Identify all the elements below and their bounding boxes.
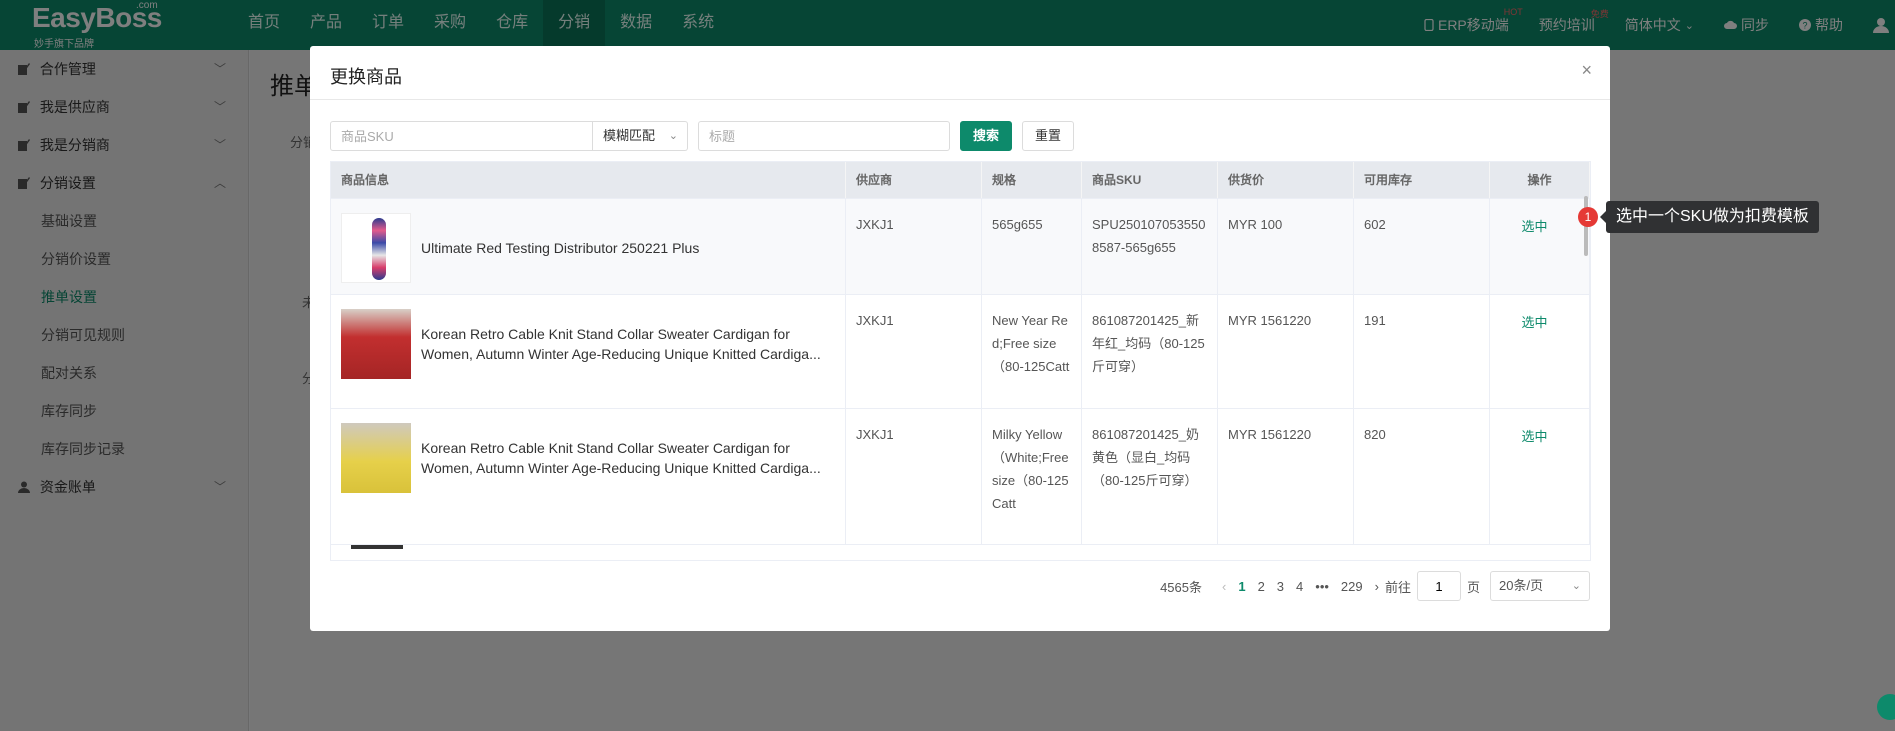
column-header: 供应商: [846, 162, 982, 198]
match-mode-select[interactable]: 模糊匹配 ⌄: [593, 121, 688, 151]
product-name: Korean Retro Cable Knit Stand Collar Swe…: [421, 440, 821, 476]
page-number[interactable]: 229: [1341, 579, 1363, 594]
search-filters: 模糊匹配 ⌄ 搜索 重置: [330, 121, 1075, 151]
prev-page-icon[interactable]: ‹: [1222, 579, 1226, 594]
table-row: Ultimate Red Testing Distributor 250221 …: [331, 198, 1590, 294]
sku-search-input[interactable]: [330, 121, 593, 151]
page-number[interactable]: 4: [1296, 579, 1303, 594]
product-name: Korean Retro Cable Knit Stand Collar Swe…: [421, 326, 821, 362]
action-cell: 选中: [1490, 295, 1590, 408]
table-row: Korean Retro Cable Knit Stand Collar Swe…: [331, 408, 1590, 544]
product-table[interactable]: 商品信息 供应商 规格 商品SKU 供货价 可用库存 操作 Ultimate R…: [330, 161, 1591, 561]
sku-cell: SPU2501070535508587-565g655: [1082, 199, 1218, 294]
page-number[interactable]: 1: [1238, 579, 1245, 594]
column-header: 可用库存: [1354, 162, 1490, 198]
page-suffix: 页: [1466, 579, 1480, 595]
page-number[interactable]: 3: [1277, 579, 1284, 594]
goto-page-input[interactable]: [1416, 571, 1461, 601]
select-button[interactable]: 选中: [1521, 215, 1547, 238]
stock-cell: 191: [1354, 295, 1490, 408]
page-size-value: 20条/页: [1499, 578, 1544, 593]
sku-cell: 861087201425_新年红_均码（80-125斤可穿）: [1082, 295, 1218, 408]
action-cell: 选中: [1490, 199, 1590, 294]
product-info-cell: Korean Retro Cable Knit Stand Collar Swe…: [331, 295, 846, 408]
table-row: Korean Retro Cable Knit Stand Collar Swe…: [331, 294, 1590, 408]
product-thumbnail: [341, 309, 411, 379]
replace-product-dialog: 更换商品 × 模糊匹配 ⌄ 搜索 重置 商品信息 供应商 规格 商品SKU 供货…: [310, 46, 1610, 631]
sku-cell: 861087201425_奶黄色（显白_均码（80-125斤可穿）: [1082, 409, 1218, 544]
more-pages-icon[interactable]: •••: [1315, 579, 1329, 594]
title-search-input[interactable]: [698, 121, 950, 151]
spec-cell: New Year Red;Free size（80-125Catt: [982, 295, 1082, 408]
goto-label: 前往: [1384, 579, 1411, 595]
spec-cell: Milky Yellow（White;Free size（80-125Catt: [982, 409, 1082, 544]
chevron-down-icon: ⌄: [1571, 580, 1581, 592]
product-name: Ultimate Red Testing Distributor 250221 …: [421, 240, 700, 256]
stock-cell: 820: [1354, 409, 1490, 544]
column-header: 供货价: [1218, 162, 1354, 198]
price-cell: MYR 1561220: [1218, 409, 1354, 544]
close-icon[interactable]: ×: [1581, 60, 1592, 81]
product-info-cell: Korean Retro Cable Knit Stand Collar Swe…: [331, 409, 846, 544]
select-button[interactable]: 选中: [1521, 311, 1547, 334]
dialog-title: 更换商品: [330, 67, 402, 87]
select-button[interactable]: 选中: [1521, 425, 1547, 448]
product-thumbnail: [341, 213, 411, 283]
total-count: 4565条: [1160, 579, 1202, 595]
price-cell: MYR 1561220: [1218, 295, 1354, 408]
column-header: 商品信息: [331, 162, 846, 198]
step-badge: 1: [1578, 207, 1598, 227]
match-mode-value: 模糊匹配: [603, 128, 656, 143]
supplier-cell: JXKJ1: [846, 409, 982, 544]
page-number[interactable]: 2: [1258, 579, 1265, 594]
price-cell: MYR 100: [1218, 199, 1354, 294]
dialog-header: 更换商品 ×: [310, 46, 1610, 100]
page-size-select[interactable]: 20条/页 ⌄: [1490, 571, 1590, 601]
product-thumbnail: [351, 545, 403, 549]
reset-button[interactable]: 重置: [1022, 121, 1075, 151]
guide-tooltip: 选中一个SKU做为扣费模板: [1600, 201, 1819, 233]
stock-cell: 602: [1354, 199, 1490, 294]
pagination: 4565条 ‹ 1 2 3 4 ••• 229 › 前往 页 20条/页 ⌄: [1160, 571, 1590, 601]
column-header: 操作: [1490, 162, 1590, 198]
spec-cell: 565g655: [982, 199, 1082, 294]
column-header: 规格: [982, 162, 1082, 198]
next-page-icon[interactable]: ›: [1375, 579, 1379, 594]
action-cell: 选中: [1490, 409, 1590, 544]
product-thumbnail: [341, 423, 411, 493]
supplier-cell: JXKJ1: [846, 199, 982, 294]
supplier-cell: JXKJ1: [846, 295, 982, 408]
table-header: 商品信息 供应商 规格 商品SKU 供货价 可用库存 操作: [331, 162, 1590, 198]
search-button[interactable]: 搜索: [960, 121, 1013, 151]
column-header: 商品SKU: [1082, 162, 1218, 198]
chevron-down-icon: ⌄: [668, 130, 678, 142]
table-row-partial: [331, 544, 1590, 560]
product-info-cell: Ultimate Red Testing Distributor 250221 …: [331, 199, 846, 294]
